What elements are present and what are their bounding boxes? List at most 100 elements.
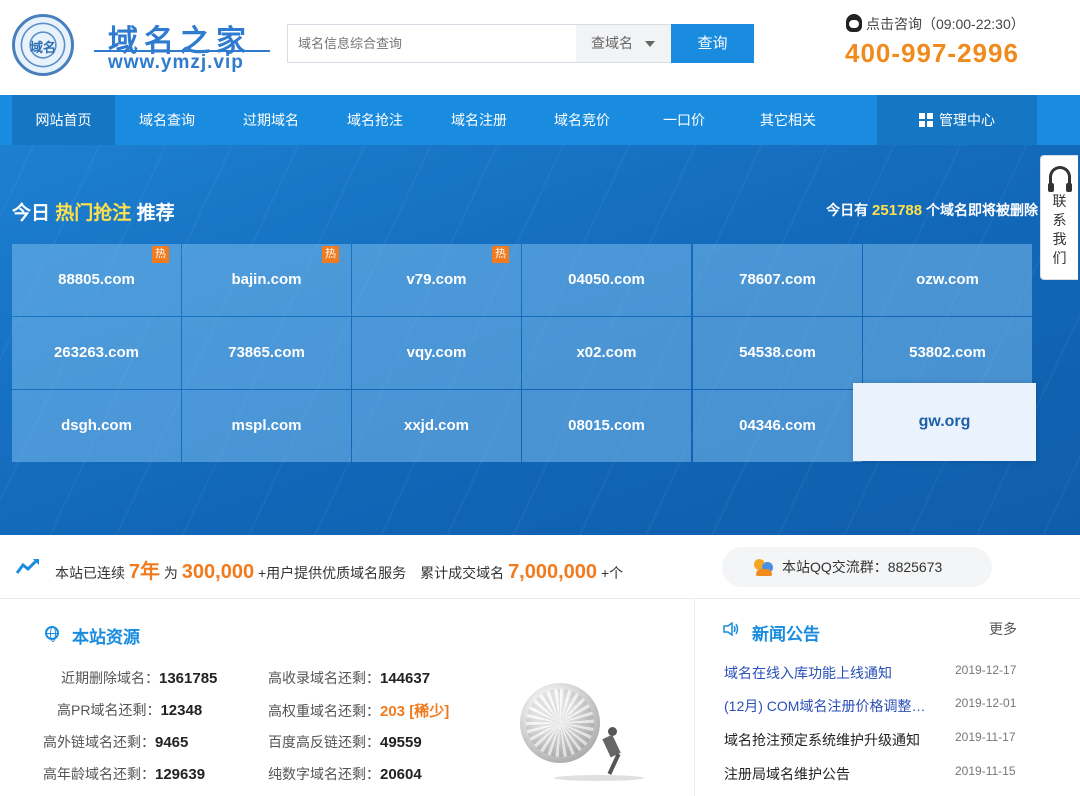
right-margin bbox=[1037, 599, 1080, 796]
news-panel: 新闻公告 更多 域名在线入库功能上线通知 2019-12-17 (12月) COM… bbox=[695, 599, 1037, 796]
qq-penguin-icon bbox=[846, 14, 862, 32]
hero-title: 今日 热门抢注 推荐 bbox=[12, 198, 175, 225]
qq-group-link[interactable]: 本站QQ交流群：8825673 bbox=[722, 547, 992, 587]
domain-name: 54538.com bbox=[739, 344, 816, 361]
domain-cell[interactable]: bajin.com 热 bbox=[182, 244, 351, 316]
stats-deals: 7,000,000 bbox=[508, 561, 598, 583]
resource-item[interactable]: 纯数字域名还剩：20604 bbox=[268, 764, 422, 784]
domain-grid: 88805.com 热 bajin.com 热 v79.com 热 04050.com… bbox=[12, 244, 1036, 462]
resource-label: 百度高反链还剩： bbox=[268, 734, 380, 750]
news-item[interactable]: 域名抢注预定系统维护升级通知 2019-11-17 bbox=[724, 730, 1029, 750]
hot-badge: 热 bbox=[152, 246, 169, 263]
domain-cell[interactable]: v79.com 热 bbox=[352, 244, 521, 316]
stats-bar: 本站已连续 7年 为 300,000 +用户提供优质域名服务 累计成交域名 7,… bbox=[0, 535, 1080, 599]
domain-name: 53802.com bbox=[909, 344, 986, 361]
resource-value: 203 [稀少] bbox=[380, 703, 450, 720]
domain-name: 04346.com bbox=[739, 417, 816, 434]
search-type-label: 查域名 bbox=[591, 35, 633, 51]
news-item[interactable]: 域名在线入库功能上线通知 2019-12-17 bbox=[724, 663, 1029, 683]
main-nav: 网站首页 域名查询 过期域名 域名抢注 域名注册 域名竞价 一口价 其它相关 管… bbox=[0, 95, 1080, 145]
news-item-title[interactable]: 注册局域名维护公告 bbox=[724, 764, 934, 784]
domain-cell[interactable]: 54538.com bbox=[693, 317, 862, 389]
news-item-title[interactable]: 域名在线入库功能上线通知 bbox=[724, 663, 934, 683]
domain-name: xxjd.com bbox=[403, 417, 470, 434]
domain-cell[interactable]: 53802.com bbox=[863, 317, 1032, 389]
stats-t1: 本站已连续 bbox=[55, 565, 125, 581]
domain-name: 78607.com bbox=[739, 271, 816, 288]
stats-t2: 为 bbox=[163, 565, 178, 581]
resource-label: 近期删除域名： bbox=[61, 670, 159, 686]
manage-label: 管理中心 bbox=[939, 112, 995, 128]
domain-cell[interactable]: 88805.com 热 bbox=[12, 244, 181, 316]
search-type-select[interactable]: 查域名 bbox=[576, 25, 671, 62]
user-group-icon bbox=[754, 558, 774, 576]
domain-cell[interactable]: ozw.com bbox=[863, 244, 1032, 316]
resource-item[interactable]: 近期删除域名：1361785 bbox=[61, 668, 217, 688]
domain-name: vqy.com bbox=[406, 344, 467, 361]
resource-label: 高收录域名还剩： bbox=[268, 670, 380, 686]
news-item-title[interactable]: 域名抢注预定系统维护升级通知 bbox=[724, 730, 934, 750]
domain-cell[interactable]: 78607.com bbox=[693, 244, 862, 316]
domain-name: 263263.com bbox=[53, 344, 140, 361]
domain-cell-featured[interactable]: gw.org bbox=[853, 383, 1036, 461]
domain-cell[interactable]: 04346.com bbox=[693, 390, 862, 462]
news-item-date: 2019-11-15 bbox=[955, 764, 1016, 778]
domain-cell[interactable]: 73865.com bbox=[182, 317, 351, 389]
resource-item[interactable]: 高PR域名还剩：12348 bbox=[57, 700, 202, 720]
nav-item-domain-query[interactable]: 域名查询 bbox=[115, 95, 219, 145]
consult-link[interactable]: 点击咨询（09:00-22:30） bbox=[846, 14, 1025, 34]
hot-domains-banner: 今日 热门抢注 推荐 今日有 251788 个域名即将被删除 88805.com… bbox=[0, 145, 1080, 535]
speaker-icon bbox=[723, 622, 739, 636]
news-item-date: 2019-12-17 bbox=[955, 663, 1017, 677]
stats-years: 7年 bbox=[128, 561, 161, 583]
search-input[interactable] bbox=[288, 25, 576, 62]
nav-item-expired[interactable]: 过期域名 bbox=[219, 95, 323, 145]
domain-cell[interactable]: 263263.com bbox=[12, 317, 181, 389]
news-more-link[interactable]: 更多 bbox=[989, 619, 1017, 639]
nav-item-register[interactable]: 域名注册 bbox=[427, 95, 531, 145]
news-item-date: 2019-12-01 bbox=[955, 696, 1017, 710]
domain-cell[interactable]: mspl.com bbox=[182, 390, 351, 462]
resource-item[interactable]: 高收录域名还剩：144637 bbox=[268, 668, 430, 688]
news-item-title[interactable]: (12月) COM域名注册价格调整通知 bbox=[724, 696, 934, 716]
news-item[interactable]: 注册局域名维护公告 2019-11-15 bbox=[724, 764, 1029, 784]
domain-name: 08015.com bbox=[568, 417, 645, 434]
logo-url[interactable]: www.ymzj.vip bbox=[108, 52, 244, 74]
nav-item-auction[interactable]: 域名竞价 bbox=[531, 95, 633, 145]
nav-item-home[interactable]: 网站首页 bbox=[12, 95, 115, 145]
domain-cell[interactable]: dsgh.com bbox=[12, 390, 181, 462]
logo-globe-text: 域名 bbox=[29, 40, 56, 55]
domain-name: gw.org bbox=[918, 413, 971, 430]
hero-title-pre: 今日 bbox=[12, 203, 51, 224]
qq-group-label: 本站QQ交流群：8825673 bbox=[782, 559, 943, 575]
contact-label: 联系我们 bbox=[1052, 193, 1067, 266]
domain-cell[interactable]: 04050.com bbox=[522, 244, 691, 316]
resource-item[interactable]: 高外链域名还剩：9465 bbox=[43, 732, 188, 752]
domain-cell[interactable]: x02.com bbox=[522, 317, 691, 389]
resource-item[interactable]: 高权重域名还剩：203 [稀少] bbox=[268, 700, 449, 721]
domain-sphere-illustration bbox=[520, 683, 600, 763]
resource-value: 49559 bbox=[380, 734, 422, 751]
domain-name: 04050.com bbox=[568, 271, 645, 288]
resource-label: 高年龄域名还剩： bbox=[43, 766, 155, 782]
hero-title-post: 推荐 bbox=[136, 203, 175, 224]
resource-item[interactable]: 高年龄域名还剩：129639 bbox=[43, 764, 205, 784]
contact-float-button[interactable]: 联系我们 bbox=[1040, 155, 1078, 280]
nav-item-snap[interactable]: 域名抢注 bbox=[323, 95, 427, 145]
nav-item-other[interactable]: 其它相关 bbox=[735, 95, 841, 145]
resource-label: 纯数字域名还剩： bbox=[268, 766, 380, 782]
nav-item-fixed-price[interactable]: 一口价 bbox=[633, 95, 735, 145]
un-globe-logo-icon[interactable]: 域名 bbox=[12, 14, 74, 76]
search-button[interactable]: 查询 bbox=[671, 24, 754, 63]
stats-t4: +个 bbox=[600, 565, 624, 581]
domain-cell[interactable]: 08015.com bbox=[522, 390, 691, 462]
resource-value: 20604 bbox=[380, 766, 422, 783]
nav-item-manage[interactable]: 管理中心 bbox=[877, 95, 1037, 145]
domain-name: mspl.com bbox=[231, 417, 302, 434]
pushing-man-illustration bbox=[554, 727, 644, 781]
domain-cell[interactable]: xxjd.com bbox=[352, 390, 521, 462]
resource-item[interactable]: 百度高反链还剩：49559 bbox=[268, 732, 422, 752]
news-item[interactable]: (12月) COM域名注册价格调整通知 2019-12-01 bbox=[724, 696, 1029, 716]
news-title: 新闻公告 bbox=[752, 625, 820, 644]
domain-cell[interactable]: vqy.com bbox=[352, 317, 521, 389]
